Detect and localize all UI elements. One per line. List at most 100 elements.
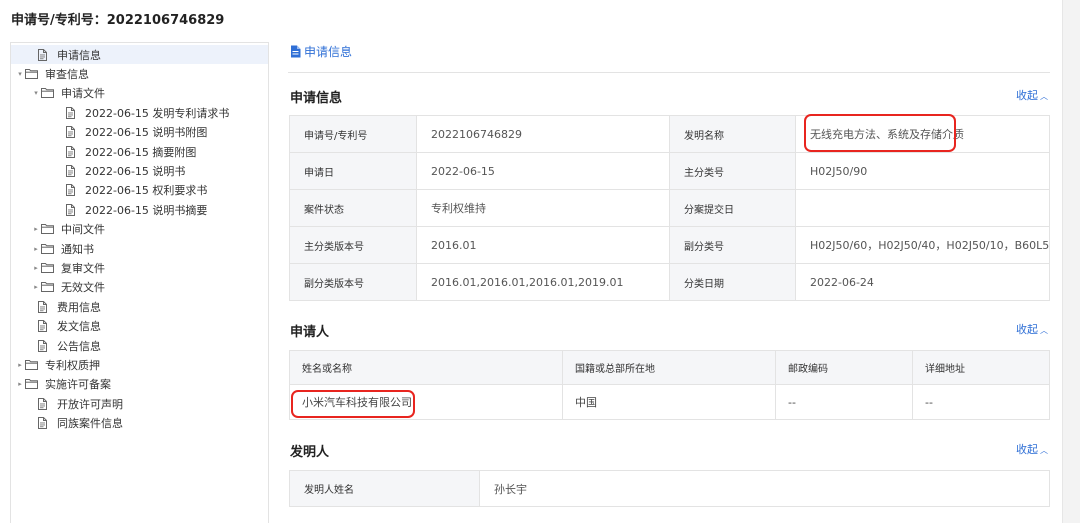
column-header: 国籍或总部所在地 (562, 350, 776, 385)
document-icon (65, 164, 79, 177)
table-row: 申请日 2022-06-15 主分类号 H02J50/90 (289, 152, 1050, 190)
sidebar-item-label: 复审文件 (61, 261, 105, 275)
field-value: H02J50/90 (795, 152, 1050, 190)
caret-right-icon[interactable]: ▸ (31, 283, 41, 291)
folder-icon (25, 378, 39, 390)
document-icon (65, 145, 79, 158)
sidebar-item-label: 同族案件信息 (57, 417, 123, 431)
inventor-name-label: 发明人姓名 (289, 470, 480, 507)
field-label: 发明名称 (669, 115, 796, 153)
sidebar-item-label: 费用信息 (57, 300, 101, 314)
folder-icon (41, 243, 55, 255)
sidebar-item-label: 2022-06-15 说明书 (85, 164, 186, 178)
sidebar-item-label: 通知书 (61, 242, 94, 256)
caret-right-icon[interactable]: ▸ (15, 380, 25, 388)
caret-right-icon[interactable]: ▸ (31, 264, 41, 272)
sidebar-item-label: 审查信息 (45, 67, 89, 81)
sidebar-item-label: 2022-06-15 摘要附图 (85, 145, 197, 159)
folder-icon (25, 359, 39, 371)
sidebar-item[interactable]: 2022-06-15 说明书 (11, 161, 268, 180)
column-header: 详细地址 (912, 350, 1050, 385)
application-info-title: 申请信息 (290, 91, 343, 106)
field-value: 2022106746829 (416, 115, 670, 153)
sidebar-item-label: 公告信息 (57, 339, 101, 353)
applicant-title: 申请人 (290, 325, 330, 340)
field-value: 2022-06-24 (795, 263, 1050, 301)
table-cell: -- (912, 384, 1050, 420)
sidebar-item-label: 实施许可备案 (45, 378, 111, 392)
sidebar-item-label: 发文信息 (57, 320, 101, 334)
field-value: 2016.01 (416, 226, 670, 264)
caret-right-icon[interactable]: ▸ (31, 245, 41, 253)
table-row: 主分类版本号 2016.01 副分类号 H02J50/60，H02J50/40，H02… (289, 226, 1050, 264)
sidebar-item[interactable]: ▸ 通知书 (11, 239, 268, 258)
highlight-box-invention-name (804, 114, 956, 152)
sidebar-item[interactable]: 申请信息 (11, 45, 268, 64)
field-label: 申请号/专利号 (289, 115, 417, 153)
sidebar-item-label: 2022-06-15 发明专利请求书 (85, 106, 230, 120)
field-value: 2022-06-15 (416, 152, 670, 190)
sidebar-item-label: 申请文件 (61, 87, 105, 101)
chevron-up-icon: ︿ (1040, 92, 1048, 101)
table-row: 发明人姓名 孙长宇 (289, 470, 1050, 507)
sidebar-item[interactable]: 同族案件信息 (11, 414, 268, 433)
sidebar-item-label: 专利权质押 (45, 358, 100, 372)
sidebar-item[interactable]: 2022-06-15 说明书附图 (11, 123, 268, 142)
inventor-table: 发明人姓名 孙长宇 (289, 470, 1050, 507)
folder-icon (41, 281, 55, 293)
document-icon (37, 397, 51, 410)
field-label: 分类日期 (669, 263, 796, 301)
sidebar-item[interactable]: 2022-06-15 说明书摘要 (11, 200, 268, 219)
field-label: 主分类版本号 (289, 226, 417, 264)
collapse-inventor-button[interactable]: 收起 ︿ (1016, 441, 1048, 457)
caret-down-icon[interactable]: ▾ (15, 70, 25, 78)
sidebar-item[interactable]: 费用信息 (11, 297, 268, 316)
sidebar-item[interactable]: ▸ 中间文件 (11, 220, 268, 239)
header-divider (288, 72, 1050, 73)
folder-icon (41, 262, 55, 274)
sidebar-item-label: 无效文件 (61, 281, 105, 295)
field-label: 申请日 (289, 152, 417, 190)
document-icon (37, 300, 51, 313)
caret-right-icon[interactable]: ▸ (15, 361, 25, 369)
table-row: 案件状态 专利权维持 分案提交日 (289, 189, 1050, 227)
caret-right-icon[interactable]: ▸ (31, 225, 41, 233)
document-icon (65, 203, 79, 216)
sidebar-item[interactable]: 开放许可声明 (11, 394, 268, 413)
sidebar-item-label: 2022-06-15 权利要求书 (85, 184, 208, 198)
main-section-header: 申请信息 (304, 45, 353, 59)
sidebar-item[interactable]: 公告信息 (11, 336, 268, 355)
folder-icon (41, 87, 55, 99)
sidebar-item[interactable]: 2022-06-15 发明专利请求书 (11, 103, 268, 122)
document-icon (65, 126, 79, 139)
field-label: 主分类号 (669, 152, 796, 190)
sidebar-item-label: 开放许可声明 (57, 397, 123, 411)
table-row: 副分类版本号 2016.01,2016.01,2016.01,2019.01 分类日… (289, 263, 1050, 301)
sidebar-item[interactable]: ▸ 无效文件 (11, 278, 268, 297)
sidebar-item[interactable]: 2022-06-15 权利要求书 (11, 181, 268, 200)
sidebar-tree: 申请信息 ▾ 审查信息 ▾ 申请文件 2022-06-15 发明专利请求书 2022-06-… (10, 42, 269, 523)
sidebar-item[interactable]: ▸ 专利权质押 (11, 355, 268, 374)
sidebar-item[interactable]: ▸ 复审文件 (11, 258, 268, 277)
chevron-up-icon: ︿ (1040, 446, 1048, 455)
scrollbar[interactable] (1062, 0, 1080, 523)
column-header: 姓名或名称 (289, 350, 563, 385)
caret-down-icon[interactable]: ▾ (31, 89, 41, 97)
field-label: 分案提交日 (669, 189, 796, 227)
field-label: 案件状态 (289, 189, 417, 227)
sidebar-item[interactable]: 2022-06-15 摘要附图 (11, 142, 268, 161)
sidebar-item[interactable]: ▸ 实施许可备案 (11, 375, 268, 394)
sidebar-item[interactable]: ▾ 申请文件 (11, 84, 268, 103)
folder-icon (41, 223, 55, 235)
collapse-application-info-button[interactable]: 收起 ︿ (1016, 87, 1048, 103)
inventor-title: 发明人 (290, 445, 330, 460)
field-label: 副分类版本号 (289, 263, 417, 301)
sidebar-item[interactable]: 发文信息 (11, 317, 268, 336)
highlight-box-applicant-name (291, 390, 415, 418)
field-value: 专利权维持 (416, 189, 670, 227)
sidebar-item[interactable]: ▾ 审查信息 (11, 64, 268, 83)
sidebar-item-label: 中间文件 (61, 223, 105, 237)
table-cell: 中国 (562, 384, 776, 420)
collapse-applicant-button[interactable]: 收起 ︿ (1016, 321, 1048, 337)
page-title: 申请号/专利号：2022106746829 (11, 13, 225, 28)
